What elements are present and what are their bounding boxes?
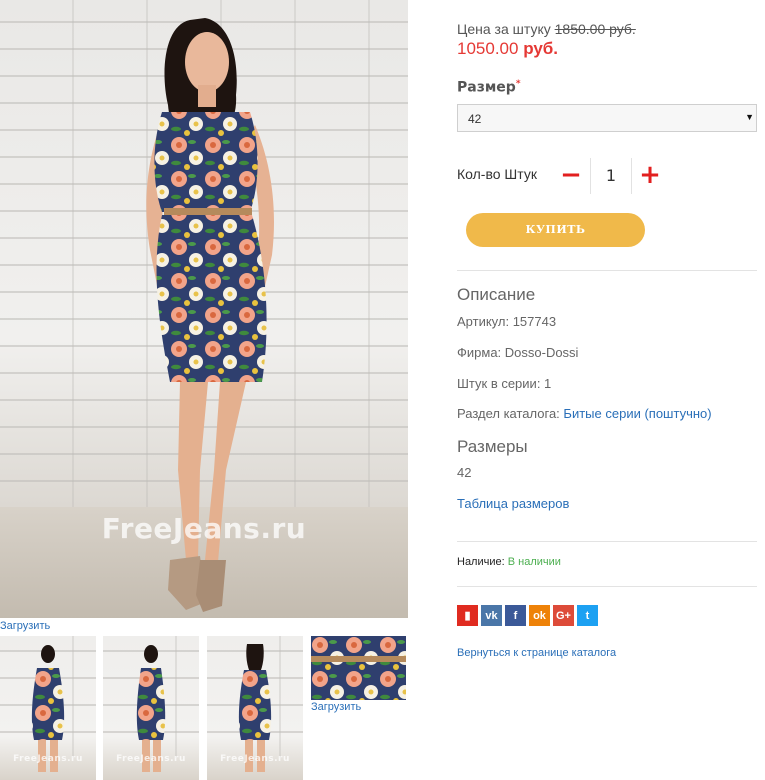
price-per-item: Цена за штуку 1850.00 руб. (457, 21, 636, 37)
description-title: Описание (457, 285, 536, 304)
article-number: Артикул: 157743 (457, 314, 557, 329)
catalog-section-link[interactable]: Битые серии (поштучно) (563, 406, 711, 421)
size-chart: Таблица размеров (457, 496, 569, 511)
thumbnail-side[interactable]: FreeJeans.ru (103, 636, 199, 780)
size-select[interactable]: 42 ▼ (457, 104, 757, 132)
thumb-watermark: FreeJeans.ru (116, 754, 186, 764)
sizes-value: 42 (457, 465, 472, 480)
quantity-input[interactable]: 1 (590, 158, 632, 194)
availability-status: В наличии (507, 556, 561, 568)
thumbnail-back[interactable]: FreeJeans.ru (207, 636, 303, 780)
thumb-watermark: FreeJeans.ru (13, 754, 83, 764)
share-buttons: ▮ vk f ok G+ t (457, 605, 598, 626)
catalog-section: Раздел каталога: Битые серии (поштучно) (457, 406, 712, 421)
fabric-detail-image (311, 636, 406, 700)
quantity-label: Кол-во Штук (457, 166, 537, 182)
twitter-icon[interactable]: t (577, 605, 598, 626)
thumb-watermark: FreeJeans.ru (220, 754, 290, 764)
odnoklassniki-icon[interactable]: ok (529, 605, 550, 626)
current-price-amount: 1050.00 (457, 39, 519, 58)
divider (457, 270, 757, 271)
brand: Фирма: Dosso-Dossi (457, 345, 579, 360)
catalog-section-label: Раздел каталога: (457, 406, 560, 421)
current-price-currency: руб. (523, 39, 559, 58)
divider (457, 541, 757, 542)
price-label: Цена за штуку (457, 21, 551, 37)
bookmark-icon[interactable]: ▮ (457, 605, 478, 626)
quantity-decrease-button[interactable]: − (558, 160, 584, 190)
back-to-catalog-link[interactable]: Вернуться к странице каталога (457, 647, 616, 659)
google-plus-icon[interactable]: G+ (553, 605, 574, 626)
vk-icon[interactable]: vk (481, 605, 502, 626)
main-product-photo[interactable]: FreeJeans.ru (0, 0, 408, 618)
size-label-text: Размер (457, 79, 516, 96)
thumbnail-download-link[interactable]: Загрузить (311, 701, 361, 713)
facebook-icon[interactable]: f (505, 605, 526, 626)
size-selected-value: 42 (468, 112, 482, 126)
divider (457, 586, 757, 587)
buy-button[interactable]: КУПИТЬ (466, 213, 645, 247)
required-mark: * (515, 79, 521, 89)
dropdown-arrow-icon: ▼ (745, 112, 754, 122)
availability: Наличие: В наличии (457, 556, 561, 568)
quantity-increase-button[interactable]: + (637, 160, 663, 190)
old-price: 1850.00 руб. (554, 21, 636, 37)
thumbnail-front[interactable]: FreeJeans.ru (0, 636, 96, 780)
availability-label: Наличие: (457, 556, 505, 568)
size-label: Размер* (457, 79, 521, 96)
watermark: FreeJeans.ru (101, 512, 307, 545)
current-price: 1050.00 руб. (457, 39, 558, 59)
size-chart-link[interactable]: Таблица размеров (457, 496, 569, 511)
main-photo-download-link[interactable]: Загрузить (0, 620, 50, 632)
pieces-in-series: Штук в серии: 1 (457, 376, 552, 391)
sizes-title: Размеры (457, 437, 528, 456)
thumbnail-fabric-detail[interactable] (311, 636, 406, 700)
